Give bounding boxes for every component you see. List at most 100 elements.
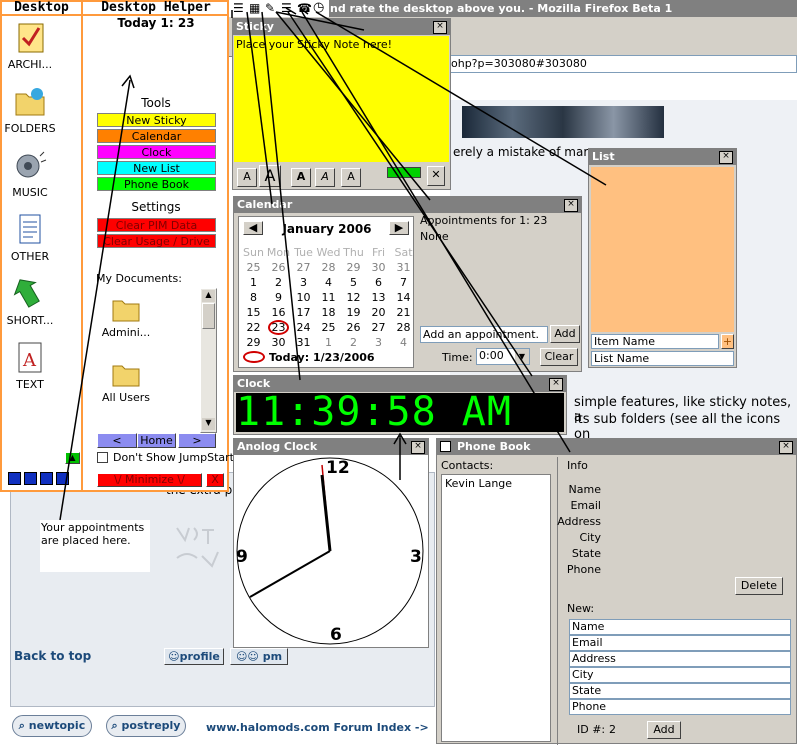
list-close-icon[interactable]: × <box>719 151 733 164</box>
dont-show-checkbox[interactable] <box>97 452 108 463</box>
calendar-day[interactable]: 8 <box>241 290 266 305</box>
calendar-day[interactable]: 31 <box>391 260 416 275</box>
desktop-item-folders[interactable]: FOLDERS <box>0 84 60 135</box>
taskbar-tile-1[interactable] <box>8 472 21 485</box>
next-month-button[interactable]: ▶ <box>389 221 409 235</box>
settings-button-1[interactable]: Clear Usage / Drive <box>97 234 216 248</box>
desktop-item-other[interactable]: OTHER <box>0 212 60 263</box>
phone-icon[interactable]: ☎ <box>297 1 312 15</box>
contact-item[interactable]: Kevin Lange <box>442 475 550 492</box>
calendar-day[interactable]: 11 <box>316 290 341 305</box>
calendar-day[interactable]: 25 <box>316 320 341 335</box>
calendar-day[interactable]: 21 <box>391 305 416 320</box>
calendar-day[interactable]: 28 <box>391 320 416 335</box>
analog-close-icon[interactable]: × <box>411 441 425 454</box>
forum-index-link[interactable]: www.halomods.com Forum Index -> <box>206 721 429 734</box>
calendar-day[interactable]: 17 <box>291 305 316 320</box>
minimize-button[interactable]: \/ Minimize \/ <box>97 473 202 487</box>
docs-prev-button[interactable]: < <box>97 433 137 448</box>
taskbar-tile-3[interactable] <box>40 472 53 485</box>
calendar-day[interactable]: 24 <box>291 320 316 335</box>
calendar-day[interactable]: 29 <box>241 335 266 350</box>
newtopic-button[interactable]: ⌕ newtopic <box>12 715 92 737</box>
today-label[interactable]: Today: 1/23/2006 <box>269 351 375 364</box>
calendar-day[interactable]: 7 <box>391 275 416 290</box>
postreply-button[interactable]: ⌕ postreply <box>106 715 186 737</box>
clock-titlebar[interactable]: Clock <box>234 376 566 392</box>
calendar-day[interactable]: 30 <box>366 260 391 275</box>
desktop-item-archive[interactable]: ARCHI... <box>0 20 60 71</box>
chevron-down-icon[interactable]: ▼ <box>515 349 529 364</box>
docs-next-button[interactable]: > <box>178 433 216 448</box>
calendar-day[interactable]: 19 <box>341 305 366 320</box>
new-contact-field[interactable]: City <box>569 667 791 683</box>
clock-close-icon[interactable]: × <box>549 378 563 391</box>
calendar-titlebar[interactable]: Calendar <box>234 197 581 213</box>
font-bold-button[interactable]: A <box>291 168 311 187</box>
calendar-day[interactable]: 20 <box>366 305 391 320</box>
calendar-day[interactable]: 5 <box>341 275 366 290</box>
delete-contact-button[interactable]: Delete <box>735 577 783 595</box>
calendar-day[interactable]: 4 <box>391 335 416 350</box>
pm-button[interactable]: ☺☺ pm <box>230 648 288 665</box>
sticky-close-icon[interactable]: × <box>433 21 447 34</box>
calendar-day[interactable]: 27 <box>366 320 391 335</box>
calendar-day[interactable]: 13 <box>366 290 391 305</box>
helper-close-button[interactable]: X <box>206 473 224 487</box>
calendar-day[interactable]: 16 <box>266 305 291 320</box>
phonebook-titlebar[interactable]: Phone Book <box>437 439 796 455</box>
calendar-day[interactable]: 27 <box>291 260 316 275</box>
tool-button-0[interactable]: New Sticky <box>97 113 216 127</box>
sticky-color-swatch[interactable] <box>387 167 421 178</box>
tool-button-1[interactable]: Calendar <box>97 129 216 143</box>
add-appointment-input[interactable]: Add an appointment. <box>420 326 548 343</box>
taskbar-tile-2[interactable] <box>24 472 37 485</box>
font-italic-button[interactable]: A <box>315 168 335 187</box>
calendar-day[interactable]: 9 <box>266 290 291 305</box>
font-large-button[interactable]: A <box>259 165 281 187</box>
analog-titlebar[interactable]: Anolog Clock <box>234 439 428 455</box>
calendar-day[interactable]: 23 <box>268 320 289 335</box>
calendar-day[interactable]: 26 <box>341 320 366 335</box>
font-small-button[interactable]: A <box>237 168 257 187</box>
calendar-day[interactable]: 31 <box>291 335 316 350</box>
back-to-top-link[interactable]: Back to top <box>14 649 91 663</box>
prev-month-button[interactable]: ◀ <box>243 221 263 235</box>
calendar-day[interactable]: 2 <box>266 275 291 290</box>
calendar-day[interactable]: 22 <box>241 320 266 335</box>
calendar-day[interactable]: 1 <box>241 275 266 290</box>
settings-button-0[interactable]: Clear PIM Data <box>97 218 216 232</box>
docs-home-button[interactable]: Home <box>137 433 176 448</box>
contacts-list[interactable]: Kevin Lange <box>441 474 551 742</box>
calendar-close-icon[interactable]: × <box>564 199 578 212</box>
calendar-day[interactable]: 26 <box>266 260 291 275</box>
calendar-day[interactable]: 18 <box>316 305 341 320</box>
phonebook-close-icon[interactable]: × <box>779 441 793 454</box>
font-normal-button[interactable]: A <box>341 168 361 187</box>
calendar-day[interactable]: 6 <box>366 275 391 290</box>
desktop-expand-button[interactable]: ▲ <box>65 452 80 464</box>
calendar-day[interactable]: 3 <box>366 335 391 350</box>
tool-button-4[interactable]: Phone Book <box>97 177 216 191</box>
profile-button[interactable]: ☺profile <box>164 648 224 665</box>
sticky-delete-button[interactable]: ✕ <box>427 166 445 186</box>
notes-icon[interactable]: ☰ <box>281 1 292 15</box>
scroll-up-icon[interactable]: ▲ <box>202 290 215 302</box>
scroll-thumb[interactable] <box>202 303 215 329</box>
desktop-item-text[interactable]: A TEXT <box>0 340 60 391</box>
sticky-note-area[interactable]: Place your Sticky Note here! <box>234 36 449 162</box>
add-contact-button[interactable]: Add <box>647 721 681 739</box>
calendar-day[interactable]: 2 <box>341 335 366 350</box>
doc-item-admin[interactable]: Admini... <box>96 295 156 339</box>
calendar-day[interactable]: 29 <box>341 260 366 275</box>
calendar-day[interactable]: 3 <box>291 275 316 290</box>
calendar-day[interactable]: 30 <box>266 335 291 350</box>
calendar-day[interactable]: 25 <box>241 260 266 275</box>
new-contact-field[interactable]: Phone <box>569 699 791 715</box>
scroll-down-icon[interactable]: ▼ <box>202 418 215 430</box>
new-contact-field[interactable]: Name <box>569 619 791 635</box>
new-contact-field[interactable]: Address <box>569 651 791 667</box>
new-contact-field[interactable]: Email <box>569 635 791 651</box>
taskbar-tile-4[interactable] <box>56 472 69 485</box>
add-appointment-button[interactable]: Add <box>550 325 580 343</box>
